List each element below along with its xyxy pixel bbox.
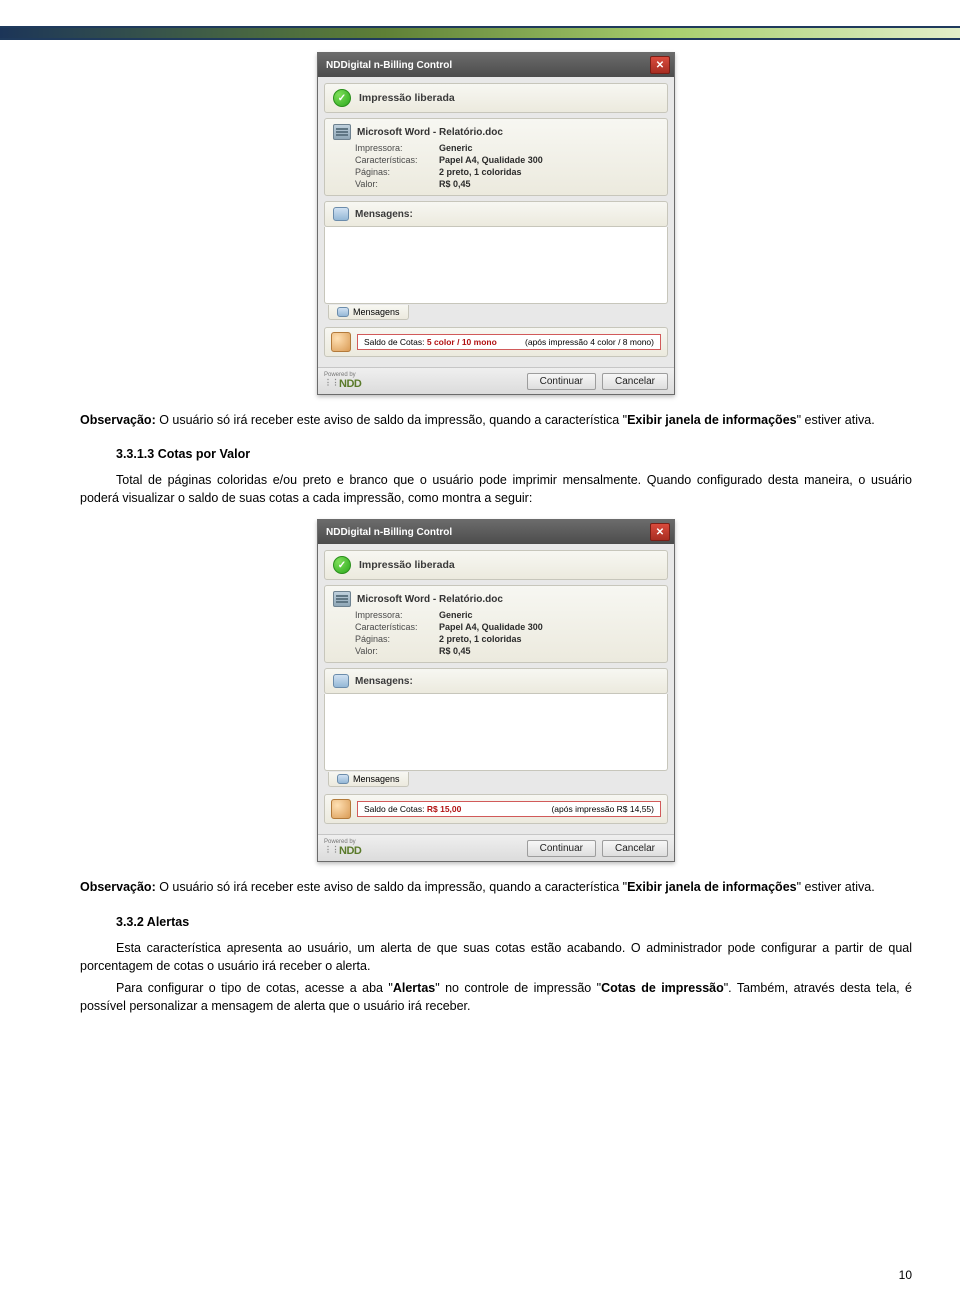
paginas-label: Páginas: bbox=[355, 167, 439, 177]
paginas-value: 2 preto, 1 coloridas bbox=[439, 167, 522, 177]
mensagens-area bbox=[324, 227, 668, 304]
impressora-value: Generic bbox=[439, 610, 473, 620]
filename: Microsoft Word - Relatório.doc bbox=[357, 594, 503, 605]
dialog-nbilling-2: NDDigital n-Billing Control ✕ ✓ Impressã… bbox=[317, 519, 675, 862]
impressora-value: Generic bbox=[439, 143, 473, 153]
observacao-label: Observação: bbox=[80, 413, 156, 427]
close-icon: ✕ bbox=[656, 60, 664, 71]
saldo-panel: Saldo de Cotas: 5 color / 10 mono (após … bbox=[324, 327, 668, 357]
dialog-footer: Powered by ⋮⋮NDD Continuar Cancelar bbox=[318, 834, 674, 861]
file-panel: Microsoft Word - Relatório.doc Impressor… bbox=[324, 585, 668, 663]
document-icon bbox=[333, 124, 351, 140]
mensagens-header: Mensagens: bbox=[324, 668, 668, 694]
saldo-value: R$ 15,00 bbox=[427, 804, 462, 814]
user-icon bbox=[331, 332, 351, 352]
caracteristicas-label: Características: bbox=[355, 155, 439, 165]
observacao-2: Observação: O usuário só irá receber est… bbox=[80, 878, 912, 896]
observacao-label: Observação: bbox=[80, 880, 156, 894]
paginas-label: Páginas: bbox=[355, 634, 439, 644]
observacao-1: Observação: O usuário só irá receber est… bbox=[80, 411, 912, 429]
dots-icon: ⋮⋮ bbox=[324, 378, 339, 387]
brand-text: NDD bbox=[339, 845, 361, 857]
valor-value: R$ 0,45 bbox=[439, 179, 471, 189]
status-text: Impressão liberada bbox=[359, 92, 455, 104]
obs2-bold: Exibir janela de informações bbox=[627, 880, 797, 894]
obs2-text-a: O usuário só irá receber este aviso de s… bbox=[156, 880, 627, 894]
status-text: Impressão liberada bbox=[359, 559, 455, 571]
saldo-box: Saldo de Cotas: R$ 15,00 (após impressão… bbox=[357, 801, 661, 817]
saldo-label: Saldo de Cotas: bbox=[364, 337, 424, 347]
valor-value: R$ 0,45 bbox=[439, 646, 471, 656]
dialog-titlebar: NDDigital n-Billing Control ✕ bbox=[318, 520, 674, 544]
dialog-titlebar: NDDigital n-Billing Control ✕ bbox=[318, 53, 674, 77]
mensagens-tab[interactable]: Mensagens bbox=[328, 305, 409, 320]
check-icon: ✓ bbox=[333, 89, 351, 107]
document-icon bbox=[333, 591, 351, 607]
header-stripe bbox=[0, 26, 960, 40]
page-number: 10 bbox=[0, 1268, 912, 1282]
mensagens-tab-label: Mensagens bbox=[353, 774, 400, 784]
mensagens-tab-label: Mensagens bbox=[353, 307, 400, 317]
mensagens-header: Mensagens: bbox=[324, 201, 668, 227]
para-alertas-1: Esta característica apresenta ao usuário… bbox=[80, 939, 912, 975]
obs1-bold: Exibir janela de informações bbox=[627, 413, 797, 427]
ndd-brand: Powered by ⋮⋮NDD bbox=[324, 839, 361, 857]
caracteristicas-label: Características: bbox=[355, 622, 439, 632]
speech-bubble-icon bbox=[333, 207, 349, 221]
saldo-label: Saldo de Cotas: bbox=[364, 804, 424, 814]
check-icon: ✓ bbox=[333, 556, 351, 574]
p4-b2: Cotas de impressão bbox=[601, 981, 724, 995]
paginas-value: 2 preto, 1 coloridas bbox=[439, 634, 522, 644]
speech-bubble-icon bbox=[337, 774, 349, 784]
mensagens-tab[interactable]: Mensagens bbox=[328, 772, 409, 787]
mensagens-label: Mensagens: bbox=[355, 676, 413, 687]
page-content: NDDigital n-Billing Control ✕ ✓ Impressã… bbox=[80, 40, 912, 1025]
p4-a: Para configurar o tipo de cotas, acesse … bbox=[116, 981, 393, 995]
status-panel: ✓ Impressão liberada bbox=[324, 83, 668, 113]
close-button[interactable]: ✕ bbox=[650, 56, 670, 74]
para-alertas-2: Para configurar o tipo de cotas, acesse … bbox=[80, 979, 912, 1015]
speech-bubble-icon bbox=[333, 674, 349, 688]
p4-b1: Alertas bbox=[393, 981, 435, 995]
filename: Microsoft Word - Relatório.doc bbox=[357, 127, 503, 138]
dialog-title: NDDigital n-Billing Control bbox=[326, 60, 452, 71]
para-cotas-valor: Total de páginas coloridas e/ou preto e … bbox=[80, 471, 912, 507]
cancelar-button[interactable]: Cancelar bbox=[602, 840, 668, 857]
saldo-value: 5 color / 10 mono bbox=[427, 337, 497, 347]
saldo-panel: Saldo de Cotas: R$ 15,00 (após impressão… bbox=[324, 794, 668, 824]
heading-332: 3.3.2 Alertas bbox=[116, 915, 912, 929]
mensagens-label: Mensagens: bbox=[355, 209, 413, 220]
close-button[interactable]: ✕ bbox=[650, 523, 670, 541]
p4-c: " no controle de impressão " bbox=[435, 981, 601, 995]
user-icon bbox=[331, 799, 351, 819]
saldo-box: Saldo de Cotas: 5 color / 10 mono (após … bbox=[357, 334, 661, 350]
obs2-text-b: " estiver ativa. bbox=[797, 880, 875, 894]
saldo-after: (após impressão 4 color / 8 mono) bbox=[525, 337, 654, 347]
cancelar-button[interactable]: Cancelar bbox=[602, 373, 668, 390]
file-panel: Microsoft Word - Relatório.doc Impressor… bbox=[324, 118, 668, 196]
impressora-label: Impressora: bbox=[355, 143, 439, 153]
obs1-text-b: " estiver ativa. bbox=[797, 413, 875, 427]
heading-3313: 3.3.1.3 Cotas por Valor bbox=[116, 447, 912, 461]
valor-label: Valor: bbox=[355, 646, 439, 656]
saldo-after: (após impressão R$ 14,55) bbox=[551, 804, 654, 814]
mensagens-area bbox=[324, 694, 668, 771]
continuar-button[interactable]: Continuar bbox=[527, 840, 596, 857]
dialog-footer: Powered by ⋮⋮NDD Continuar Cancelar bbox=[318, 367, 674, 394]
valor-label: Valor: bbox=[355, 179, 439, 189]
continuar-button[interactable]: Continuar bbox=[527, 373, 596, 390]
caracteristicas-value: Papel A4, Qualidade 300 bbox=[439, 622, 543, 632]
status-panel: ✓ Impressão liberada bbox=[324, 550, 668, 580]
dots-icon: ⋮⋮ bbox=[324, 845, 339, 854]
close-icon: ✕ bbox=[656, 527, 664, 538]
obs1-text-a: O usuário só irá receber este aviso de s… bbox=[156, 413, 627, 427]
caracteristicas-value: Papel A4, Qualidade 300 bbox=[439, 155, 543, 165]
ndd-brand: Powered by ⋮⋮NDD bbox=[324, 372, 361, 390]
dialog-title: NDDigital n-Billing Control bbox=[326, 527, 452, 538]
impressora-label: Impressora: bbox=[355, 610, 439, 620]
dialog-nbilling-1: NDDigital n-Billing Control ✕ ✓ Impressã… bbox=[317, 52, 675, 395]
brand-text: NDD bbox=[339, 378, 361, 390]
speech-bubble-icon bbox=[337, 307, 349, 317]
